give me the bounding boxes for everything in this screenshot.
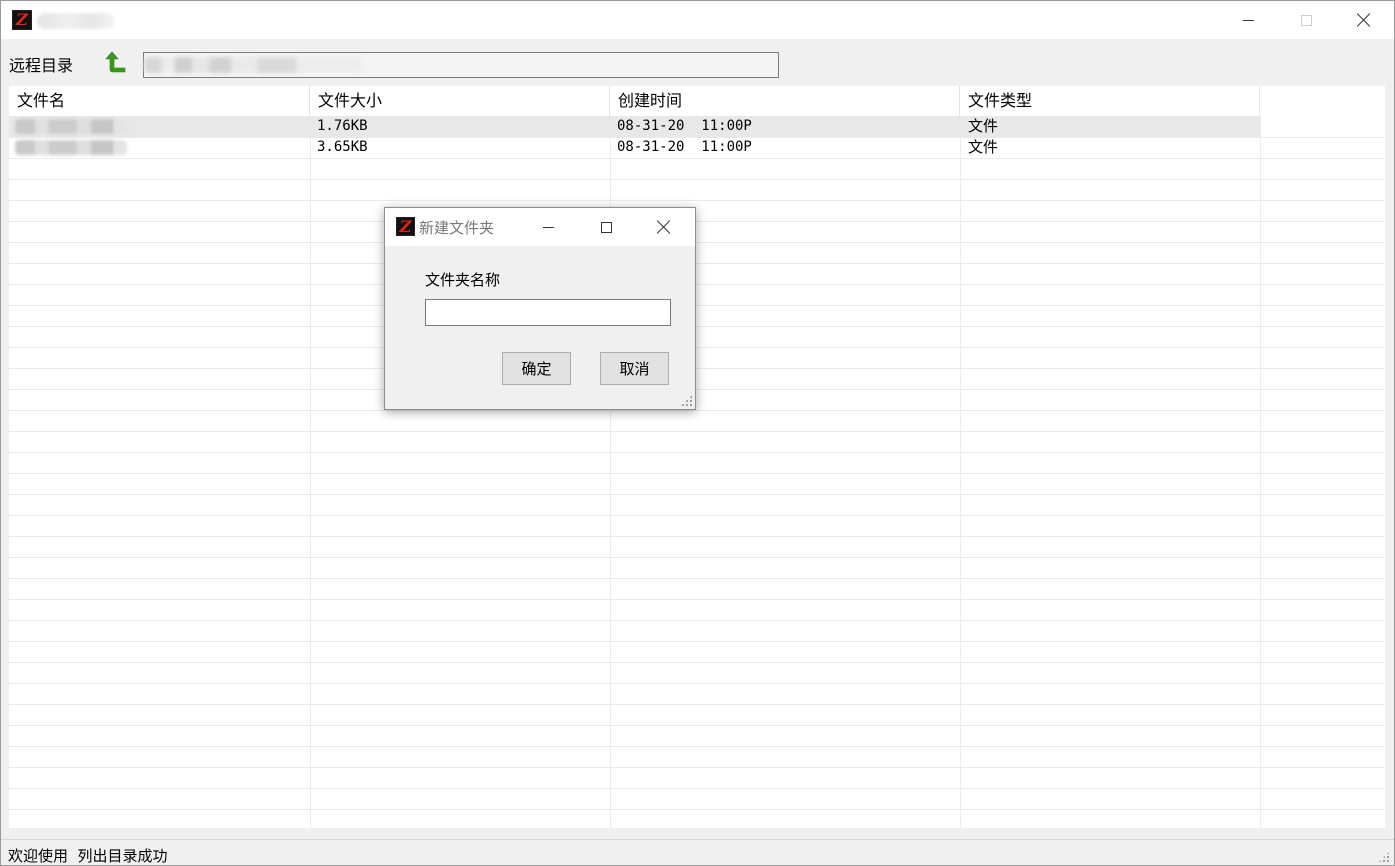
app-icon	[12, 10, 32, 30]
row-gridline	[9, 599, 1385, 600]
row-gridline	[9, 578, 1385, 579]
row-gridline	[9, 767, 1385, 768]
row-gridline	[9, 620, 1385, 621]
row-gridline	[9, 305, 1385, 306]
file-name-redacted	[15, 119, 127, 134]
up-directory-icon[interactable]	[105, 50, 129, 74]
file-created: 08-31-20 11:00P	[617, 118, 752, 134]
row-gridline	[9, 221, 1385, 222]
close-button[interactable]	[1335, 1, 1393, 39]
main-window: 远程目录 文件名 文件大小 创建时间 文件类型 1.76KB 08-31-20 …	[0, 0, 1395, 866]
column-header-size[interactable]: 文件大小	[310, 86, 610, 116]
close-icon	[1357, 13, 1371, 27]
row-gridline	[9, 641, 1385, 642]
maximize-button[interactable]	[1277, 1, 1335, 39]
status-text: 欢迎使用 列出目录成功	[8, 847, 168, 865]
row-gridline	[9, 452, 1385, 453]
file-size: 3.65KB	[317, 139, 368, 155]
file-list-header: 文件名 文件大小 创建时间 文件类型	[9, 86, 1385, 116]
row-gridline	[9, 515, 1385, 516]
table-row[interactable]: 3.65KB 08-31-20 11:00P 文件	[9, 137, 1385, 158]
row-gridline	[9, 494, 1385, 495]
dialog-title-bar[interactable]: 新建文件夹	[385, 208, 695, 246]
folder-name-input[interactable]	[425, 299, 671, 326]
column-gridline	[960, 116, 961, 828]
status-bar: 欢迎使用 列出目录成功	[1, 839, 1394, 865]
row-gridline	[9, 410, 1385, 411]
toolbar: 远程目录	[1, 39, 1394, 85]
row-gridline	[9, 704, 1385, 705]
remote-path-redacted	[144, 57, 362, 73]
row-gridline	[9, 683, 1385, 684]
minimize-icon	[542, 226, 554, 228]
row-gridline	[9, 263, 1385, 264]
remote-path-input[interactable]	[143, 52, 779, 78]
column-gridline	[1260, 116, 1261, 828]
dialog-resize-grip-icon[interactable]	[681, 395, 692, 406]
window-title-redacted	[37, 13, 115, 29]
row-gridline	[9, 284, 1385, 285]
resize-grip-icon[interactable]	[1378, 851, 1390, 863]
table-row[interactable]: 1.76KB 08-31-20 11:00P 文件	[9, 116, 1385, 137]
dialog-app-icon	[396, 217, 415, 236]
close-icon	[657, 220, 671, 234]
row-gridline	[9, 473, 1385, 474]
new-folder-dialog: 新建文件夹 文件夹名称 确定 取消	[384, 207, 696, 410]
maximize-icon	[600, 221, 612, 233]
row-gridline	[9, 536, 1385, 537]
row-gridline	[9, 368, 1385, 369]
row-gridline	[9, 179, 1385, 180]
row-gridline	[9, 200, 1385, 201]
column-header-name[interactable]: 文件名	[9, 86, 310, 116]
file-name-redacted	[15, 140, 127, 155]
ok-button[interactable]: 确定	[502, 352, 571, 385]
column-gridline	[310, 116, 311, 828]
row-gridline	[9, 557, 1385, 558]
row-gridline	[9, 158, 1385, 159]
cancel-button[interactable]: 取消	[600, 352, 669, 385]
row-gridline	[9, 326, 1385, 327]
row-gridline	[9, 431, 1385, 432]
minimize-icon	[1242, 19, 1254, 21]
maximize-icon	[1300, 14, 1312, 26]
file-created: 08-31-20 11:00P	[617, 139, 752, 155]
row-gridline	[9, 788, 1385, 789]
file-type: 文件	[968, 138, 999, 156]
row-gridline	[9, 746, 1385, 747]
folder-name-label: 文件夹名称	[425, 271, 501, 289]
row-gridline	[9, 242, 1385, 243]
column-header-empty	[1260, 86, 1385, 116]
dialog-title: 新建文件夹	[419, 219, 495, 237]
dialog-maximize-button[interactable]	[577, 208, 635, 246]
file-size: 1.76KB	[317, 118, 368, 134]
column-header-type[interactable]: 文件类型	[960, 86, 1260, 116]
row-gridline	[9, 809, 1385, 810]
row-gridline	[9, 389, 1385, 390]
dialog-close-button[interactable]	[635, 208, 693, 246]
row-gridline	[9, 662, 1385, 663]
file-type: 文件	[968, 117, 999, 135]
column-header-created[interactable]: 创建时间	[610, 86, 960, 116]
row-gridline	[9, 347, 1385, 348]
dialog-minimize-button[interactable]	[519, 208, 577, 246]
row-gridline	[9, 725, 1385, 726]
minimize-button[interactable]	[1219, 1, 1277, 39]
file-list[interactable]: 文件名 文件大小 创建时间 文件类型 1.76KB 08-31-20 11:00…	[9, 86, 1385, 828]
remote-dir-label: 远程目录	[9, 56, 74, 75]
title-bar[interactable]	[1, 1, 1394, 39]
